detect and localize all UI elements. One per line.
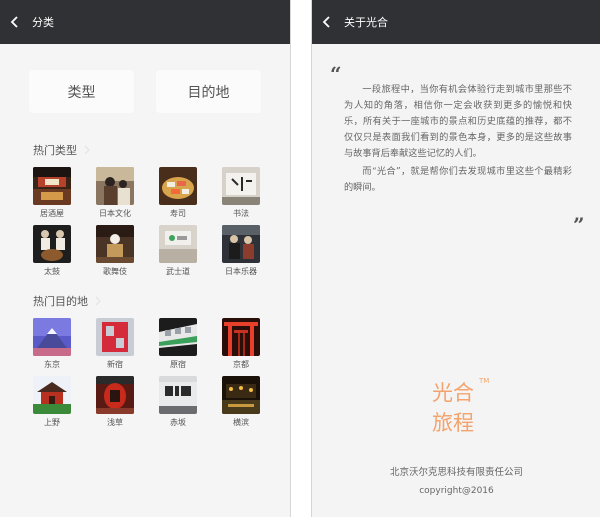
tile-label: 日本乐器 [225,267,257,276]
about-screen: 关于光合 “ 一段旅程中，当你有机会体验行走到城市里那些不为人知的角落，相信你一… [311,0,600,517]
yokohama-photo [222,376,260,414]
tile-label: 新宿 [107,360,123,369]
izakaya-photo [33,167,71,205]
tile-label: 歌舞伎 [103,267,127,276]
back-button[interactable] [312,0,342,44]
tile-label: 原宿 [170,360,186,369]
page-title: 关于光合 [344,16,388,29]
copyright-text: copyright@2016 [419,486,494,496]
chevron-right-icon [84,145,90,155]
type-tile-bushido[interactable]: 武士道 [159,225,197,277]
trademark-mark: TM [479,377,490,385]
article-paragraph: 一段旅程中，当你有机会体验行走到城市里那些不为人知的角落，相信你一定会收获到更多… [344,84,572,159]
chevron-right-icon [95,296,101,306]
type-tile-taiko[interactable]: 太鼓 [33,225,71,277]
hot-types-grid: 居酒屋 日本文化 寿司 书法 太鼓 歌舞伎 武士道 日本乐器 [0,167,290,277]
hot-destinations-grid: 东京 新宿 原宿 京都 上野 浅草 赤坂 横滨 [0,318,290,428]
navbar: 分类 [0,0,290,44]
akasaka-photo [159,376,197,414]
shinjuku-photo [96,318,134,356]
chevron-left-icon [10,16,18,28]
sushi-photo [159,167,197,205]
tile-label: 太鼓 [44,267,60,276]
tile-label: 上野 [44,418,60,427]
chevron-left-icon [322,16,330,28]
tile-label: 横滨 [233,418,249,427]
taiko-photo [33,225,71,263]
tile-label: 武士道 [166,267,190,276]
category-segment-control: 类型 目的地 [0,70,290,113]
logo-line-1: 光合 [432,381,474,405]
article-paragraph: 而“光合”，就是帮你们去发现城市里这些个最精彩的瞬间。 [344,166,572,193]
tokyo-photo [33,318,71,356]
type-tile-japanese-culture[interactable]: 日本文化 [96,167,134,219]
logo-line-2: 旅程 [432,411,474,435]
app-logo: 光合 旅程 TM [432,377,502,438]
japanese-instrument-photo [222,225,260,263]
open-quote-icon: “ [330,62,342,86]
destination-tile-asakusa[interactable]: 浅草 [96,376,134,428]
destination-tile-ueno[interactable]: 上野 [33,376,71,428]
type-tile-kabuki[interactable]: 歌舞伎 [96,225,134,277]
hot-destinations-title: 热门目的地 [33,295,88,308]
japanese-culture-photo [96,167,134,205]
tile-label: 寿司 [170,209,186,218]
kyoto-photo [222,318,260,356]
destination-tile-shinjuku[interactable]: 新宿 [96,318,134,370]
hot-destinations-header[interactable]: 热门目的地 [0,293,290,309]
type-tile-sushi[interactable]: 寿司 [159,167,197,219]
company-name: 北京沃尔克思科技有限责任公司 [389,467,523,478]
hot-types-header[interactable]: 热门类型 [0,142,290,158]
navbar: 关于光合 [312,0,600,44]
ueno-photo [33,376,71,414]
tile-label: 赤坂 [170,418,186,427]
harajuku-photo [159,318,197,356]
tile-label: 京都 [233,360,249,369]
tile-label: 浅草 [107,418,123,427]
tile-label: 东京 [44,360,60,369]
tile-label: 居酒屋 [40,209,64,218]
bushido-photo [159,225,197,263]
calligraphy-photo [222,167,260,205]
tile-label: 日本文化 [99,209,131,218]
destination-segment-button[interactable]: 目的地 [156,70,261,113]
destination-tile-akasaka[interactable]: 赤坂 [159,376,197,428]
type-tile-calligraphy[interactable]: 书法 [222,167,260,219]
type-tile-izakaya[interactable]: 居酒屋 [33,167,71,219]
destination-tile-harajuku[interactable]: 原宿 [159,318,197,370]
type-tile-japanese-instrument[interactable]: 日本乐器 [222,225,260,277]
back-button[interactable] [0,0,30,44]
page-title: 分类 [32,16,54,29]
hot-types-title: 热门类型 [33,144,77,157]
category-screen: 分类 类型 目的地 热门类型 居酒屋 日本文化 寿司 书法 太鼓 歌舞伎 武士道… [0,0,291,517]
about-article: 一段旅程中，当你有机会体验行走到城市里那些不为人知的角落，相信你一定会收获到更多… [344,82,572,196]
kabuki-photo [96,225,134,263]
type-segment-button[interactable]: 类型 [29,70,134,113]
destination-tile-yokohama[interactable]: 横滨 [222,376,260,428]
destination-tile-kyoto[interactable]: 京都 [222,318,260,370]
asakusa-photo [96,376,134,414]
tile-label: 书法 [233,209,249,218]
destination-tile-tokyo[interactable]: 东京 [33,318,71,370]
close-quote-icon: ” [573,213,585,237]
